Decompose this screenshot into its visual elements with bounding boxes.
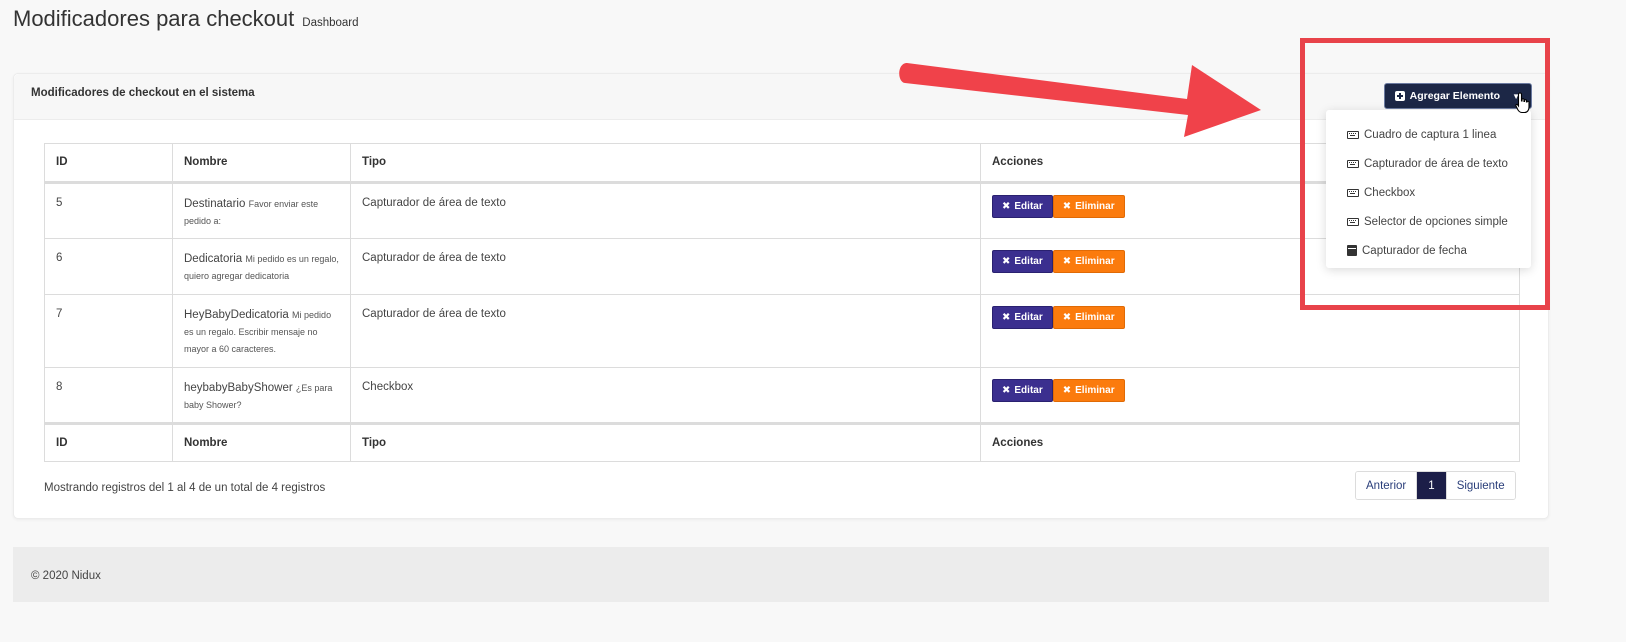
pagination-next[interactable]: Siguiente [1445,472,1515,499]
table-row: 5 Destinatario Favor enviar este pedido … [44,182,1520,239]
edit-button[interactable]: ✖ Editar [992,379,1053,402]
page-title: Modificadores para checkout [13,6,295,31]
table-header-row: ID Nombre Tipo Acciones [44,143,1520,184]
pagination-previous[interactable]: Anterior [1356,472,1417,499]
x-icon: ✖ [1062,256,1072,267]
table-row: 8 heybabyBabyShower ¿Es para baby Shower… [44,367,1520,424]
x-icon: ✖ [1062,385,1072,396]
edit-button[interactable]: ✖ Editar [992,195,1053,218]
delete-button[interactable]: ✖ Eliminar [1052,195,1125,218]
column-footer-acciones: Acciones [980,422,1520,462]
page-footer: © 2020 Nidux [13,547,1549,602]
edit-button[interactable]: ✖ Editar [992,250,1053,273]
delete-label: Eliminar [1075,256,1115,267]
cell-nombre: HeyBabyDedicatoria Mi pedido es un regal… [172,294,351,368]
cell-nombre: Destinatario Favor enviar este pedido a: [172,182,351,239]
cell-id: 6 [44,238,173,295]
pagination-page-1[interactable]: 1 [1416,472,1446,499]
edit-label: Editar [1014,201,1043,212]
cell-tipo: Capturador de área de texto [350,238,981,295]
delete-label: Eliminar [1075,385,1115,396]
cell-nombre: heybabyBabyShower ¿Es para baby Shower? [172,367,351,424]
records-info: Mostrando registros del 1 al 4 de un tot… [44,482,326,494]
pagination: Anterior 1 Siguiente [1355,471,1516,500]
edit-button[interactable]: ✖ Editar [992,306,1053,329]
modifier-name: Dedicatoria [184,253,243,265]
cell-id: 8 [44,367,173,424]
cell-id: 7 [44,294,173,368]
column-header-tipo[interactable]: Tipo [350,143,981,184]
x-icon: ✖ [1002,201,1011,212]
x-icon: ✖ [1002,312,1011,323]
column-footer-id: ID [44,422,173,462]
column-footer-nombre: Nombre [172,422,351,462]
table-footer-row: ID Nombre Tipo Acciones [44,422,1520,462]
cell-acciones: ✖ Editar ✖ Eliminar [980,367,1520,424]
x-icon: ✖ [1062,312,1072,323]
modifier-name: Destinatario [184,198,246,210]
delete-label: Eliminar [1075,312,1115,323]
footer-copyright: © 2020 Nidux [31,570,101,582]
modifier-name: HeyBabyDedicatoria [184,309,289,321]
cell-id: 5 [44,182,173,239]
x-icon: ✖ [1062,201,1072,212]
edit-label: Editar [1014,385,1043,396]
delete-label: Eliminar [1075,201,1115,212]
row-actions: ✖ Editar ✖ Eliminar [992,379,1508,402]
delete-button[interactable]: ✖ Eliminar [1052,250,1125,273]
page-header: Modificadores para checkout Dashboard [13,6,359,32]
modifier-name: heybabyBabyShower [184,382,293,394]
column-header-nombre[interactable]: Nombre [172,143,351,184]
x-icon: ✖ [1002,256,1011,267]
card-title: Modificadores de checkout en el sistema [31,87,255,99]
modifiers-table: ID Nombre Tipo Acciones 5 Destinatario F… [44,143,1520,462]
breadcrumb-dashboard: Dashboard [302,17,359,29]
delete-button[interactable]: ✖ Eliminar [1052,306,1125,329]
column-header-id[interactable]: ID [44,143,173,184]
edit-label: Editar [1014,312,1043,323]
cell-nombre: Dedicatoria Mi pedido es un regalo, quie… [172,238,351,295]
delete-button[interactable]: ✖ Eliminar [1052,379,1125,402]
annotation-arrow-icon [899,63,1261,137]
column-footer-tipo: Tipo [350,422,981,462]
cell-tipo: Capturador de área de texto [350,294,981,368]
cell-tipo: Capturador de área de texto [350,182,981,239]
annotation-highlight-box [1300,38,1550,310]
table-row: 6 Dedicatoria Mi pedido es un regalo, qu… [44,238,1520,295]
cell-tipo: Checkbox [350,367,981,424]
table-row: 7 HeyBabyDedicatoria Mi pedido es un reg… [44,294,1520,368]
edit-label: Editar [1014,256,1043,267]
x-icon: ✖ [1002,385,1011,396]
